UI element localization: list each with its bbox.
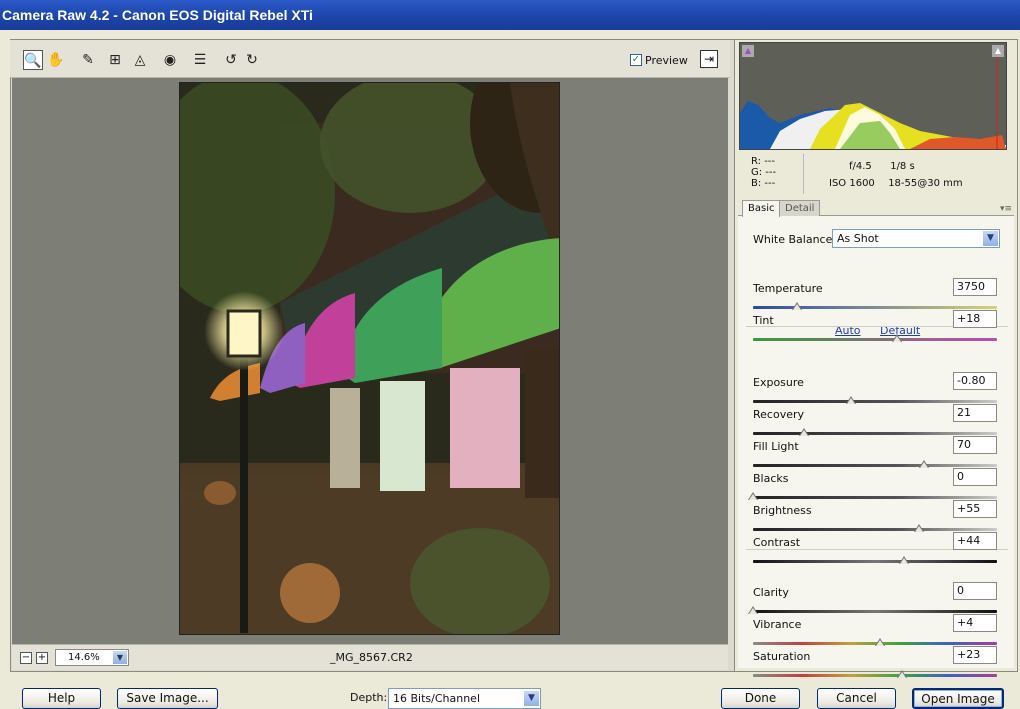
blacks-label: Blacks bbox=[753, 472, 789, 485]
brightness-slider-track[interactable] bbox=[753, 528, 997, 531]
exposure-value[interactable]: -0.80 bbox=[953, 372, 997, 390]
done-button[interactable]: Done bbox=[721, 688, 800, 709]
basic-panel: White Balance: As Shot ▼ Auto Default Te… bbox=[738, 216, 1014, 678]
straighten-tool-icon[interactable]: ◬ bbox=[130, 50, 150, 70]
preferences-icon[interactable]: ☰ bbox=[190, 50, 210, 70]
temperature-slider-thumb[interactable] bbox=[791, 302, 802, 310]
lens: 18-55@30 mm bbox=[888, 178, 963, 189]
contrast-value[interactable]: +44 bbox=[953, 532, 997, 550]
window-title: Camera Raw 4.2 - Canon EOS Digital Rebel… bbox=[0, 0, 1020, 30]
brightness-slider-thumb[interactable] bbox=[913, 524, 924, 532]
hand-tool-icon[interactable]: ✋ bbox=[46, 50, 66, 70]
zoom-tool-icon[interactable]: 🔍 bbox=[23, 50, 43, 70]
shutter-speed: 1/8 s bbox=[890, 161, 915, 172]
cancel-button[interactable]: Cancel bbox=[817, 688, 896, 709]
exposure-slider-thumb[interactable] bbox=[845, 396, 856, 404]
white-balance-select[interactable]: As Shot ▼ bbox=[832, 229, 1000, 248]
contrast-slider-thumb[interactable] bbox=[899, 556, 910, 564]
tab-basic[interactable]: Basic bbox=[742, 200, 781, 217]
white-balance-value: As Shot bbox=[837, 232, 879, 245]
image-info: R: --- G: --- B: --- f/4.5 1/8 s ISO 160… bbox=[739, 152, 1007, 198]
white-balance-label: White Balance: bbox=[753, 233, 837, 246]
recovery-slider-track[interactable] bbox=[753, 432, 997, 435]
chevron-down-icon[interactable]: ▼ bbox=[983, 231, 998, 246]
blacks-slider-track[interactable] bbox=[753, 496, 997, 499]
save-image-button[interactable]: Save Image... bbox=[117, 688, 218, 709]
tint-slider-thumb[interactable] bbox=[891, 334, 902, 342]
vibrance-slider-thumb[interactable] bbox=[874, 638, 885, 646]
tab-detail[interactable]: Detail bbox=[779, 200, 821, 216]
chevron-down-icon[interactable]: ▼ bbox=[113, 651, 127, 664]
zoom-out-icon[interactable]: − bbox=[20, 652, 32, 664]
brightness-value[interactable]: +55 bbox=[953, 500, 997, 518]
file-name: _MG_8567.CR2 bbox=[330, 651, 413, 664]
tint-slider-track[interactable] bbox=[753, 338, 997, 341]
white-balance-tool-icon[interactable]: ✎ bbox=[78, 50, 98, 70]
red-eye-tool-icon[interactable]: ◉ bbox=[160, 50, 180, 70]
zoom-select[interactable]: 14.6% ▼ bbox=[55, 649, 129, 666]
crop-tool-icon[interactable]: ⊞ bbox=[105, 50, 125, 70]
status-bar: − + 14.6% ▼ _MG_8567.CR2 bbox=[12, 644, 728, 670]
tint-label: Tint bbox=[753, 314, 774, 327]
temperature-slider-track[interactable] bbox=[753, 306, 997, 309]
open-image-button[interactable]: Open Image bbox=[912, 688, 1004, 709]
exposure-label: Exposure bbox=[753, 376, 804, 389]
recovery-value[interactable]: 21 bbox=[953, 404, 997, 422]
depth-select[interactable]: 16 Bits/Channel ▼ bbox=[388, 688, 541, 709]
fill-light-label: Fill Light bbox=[753, 440, 799, 453]
depth-value: 16 Bits/Channel bbox=[393, 692, 481, 705]
rotate-right-icon[interactable]: ↻ bbox=[242, 50, 262, 70]
chevron-down-icon[interactable]: ▼ bbox=[524, 691, 539, 706]
zoom-value: 14.6% bbox=[68, 652, 100, 663]
aperture: f/4.5 bbox=[849, 161, 872, 172]
iso: ISO 1600 bbox=[829, 178, 875, 189]
vibrance-value[interactable]: +4 bbox=[953, 614, 997, 632]
highlight-clip-warning-icon[interactable]: ▲ bbox=[992, 45, 1004, 57]
vibrance-label: Vibrance bbox=[753, 618, 802, 631]
fullscreen-toggle-icon[interactable]: ⇥ bbox=[700, 50, 718, 68]
fill-light-slider-thumb[interactable] bbox=[918, 460, 929, 468]
temperature-value[interactable]: 3750 bbox=[953, 278, 997, 296]
clarity-value[interactable]: 0 bbox=[953, 582, 997, 600]
contrast-slider-track[interactable] bbox=[753, 560, 997, 563]
zoom-in-icon[interactable]: + bbox=[36, 652, 48, 664]
recovery-label: Recovery bbox=[753, 408, 805, 421]
image-preview[interactable] bbox=[179, 82, 560, 635]
adjustments-pane: ▲ ▲ R: --- G: --- B: --- f/4.5 1/8 s ISO… bbox=[734, 40, 1017, 678]
blacks-slider-thumb[interactable] bbox=[748, 492, 758, 500]
tint-value[interactable]: +18 bbox=[953, 310, 997, 328]
saturation-label: Saturation bbox=[753, 650, 811, 663]
clarity-slider-track[interactable] bbox=[753, 610, 997, 613]
fill-light-slider-track[interactable] bbox=[753, 464, 997, 467]
clarity-label: Clarity bbox=[753, 586, 789, 599]
help-button[interactable]: Help bbox=[22, 688, 101, 709]
exposure-slider-track[interactable] bbox=[753, 400, 997, 403]
green-readout: G: --- bbox=[751, 167, 777, 178]
red-readout: R: --- bbox=[751, 156, 776, 167]
clarity-slider-thumb[interactable] bbox=[748, 606, 758, 614]
toolbar: 🔍 ✋ ✎ ⊞ ◬ ◉ ☰ ↺ ↻ ✓ Preview ⇥ bbox=[10, 40, 730, 78]
preview-toggle[interactable]: ✓ Preview bbox=[630, 52, 688, 68]
blue-readout: B: --- bbox=[751, 178, 776, 189]
preview-checkbox[interactable]: ✓ bbox=[630, 54, 642, 66]
temperature-label: Temperature bbox=[753, 282, 823, 295]
shadow-clip-warning-icon[interactable]: ▲ bbox=[742, 45, 754, 57]
blacks-value[interactable]: 0 bbox=[953, 468, 997, 486]
saturation-value[interactable]: +23 bbox=[953, 646, 997, 664]
contrast-label: Contrast bbox=[753, 536, 801, 549]
recovery-slider-thumb[interactable] bbox=[799, 428, 810, 436]
histogram: ▲ ▲ bbox=[739, 42, 1007, 150]
panel-menu-icon[interactable]: ▾≡ bbox=[1000, 204, 1012, 214]
fill-light-value[interactable]: 70 bbox=[953, 436, 997, 454]
brightness-label: Brightness bbox=[753, 504, 812, 517]
bottom-bar: Help Save Image... Depth: 16 Bits/Channe… bbox=[0, 675, 1020, 709]
panel-tabs: Basic Detail ▾≡ bbox=[738, 200, 1014, 217]
depth-label: Depth: bbox=[350, 691, 388, 704]
preview-label: Preview bbox=[645, 53, 688, 67]
rotate-left-icon[interactable]: ↺ bbox=[221, 50, 241, 70]
